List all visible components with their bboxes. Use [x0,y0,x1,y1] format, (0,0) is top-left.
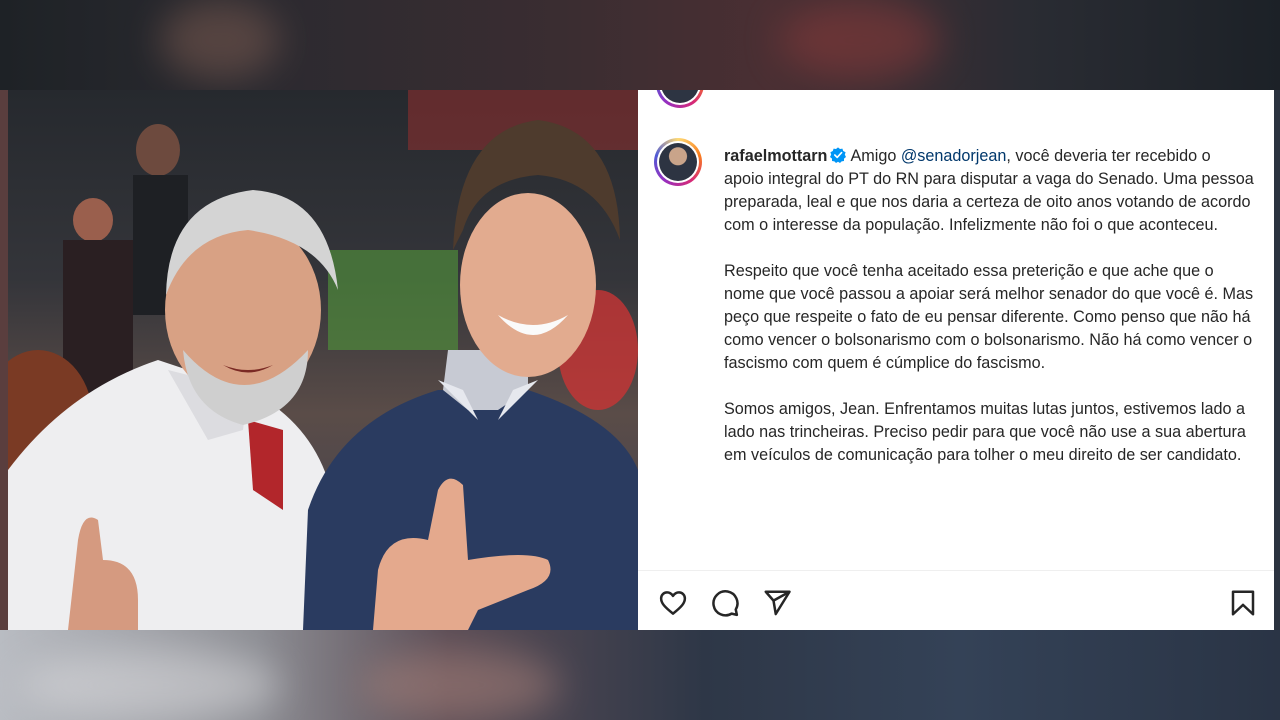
background-left-edge [0,90,8,630]
action-bar [638,580,1274,630]
like-button[interactable] [658,588,692,622]
action-bar-divider [638,570,1274,571]
bookmark-icon [1231,590,1255,616]
caption-paragraph-2: Respeito que você tenha aceitado essa pr… [724,262,1254,372]
heart-icon [659,591,687,615]
background-blur-shape [780,0,940,80]
save-button[interactable] [1228,588,1262,622]
avatar-image [661,90,699,103]
background-blur-shape [20,650,280,720]
verified-badge-icon [830,147,847,163]
avatar[interactable] [656,90,704,108]
comment-icon [712,590,739,617]
background-blur-shape [160,0,280,80]
comment-button[interactable] [710,588,744,622]
background-right-edge [1274,90,1280,630]
photo-illustration [8,90,638,630]
send-icon [764,590,791,616]
avatar-image [659,143,697,181]
share-button[interactable] [762,588,796,622]
post-photo [8,90,638,630]
avatar[interactable] [654,138,702,186]
caption-paragraph-3: Somos amigos, Jean. Enfrentamos muitas l… [724,400,1246,464]
username-link[interactable]: rafaelmottarn [724,147,827,165]
post-caption: rafaelmottarn Amigo @senadorjean, você de… [724,145,1254,490]
background-blur-shape [360,650,560,720]
caption-lead-text: Amigo [850,147,901,165]
mention-link[interactable]: @senadorjean [901,147,1007,165]
post-panel: rafaelmottarn Amigo @senadorjean, você de… [638,90,1274,630]
caption-paragraph-1: rafaelmottarn Amigo @senadorjean, você de… [724,145,1254,237]
